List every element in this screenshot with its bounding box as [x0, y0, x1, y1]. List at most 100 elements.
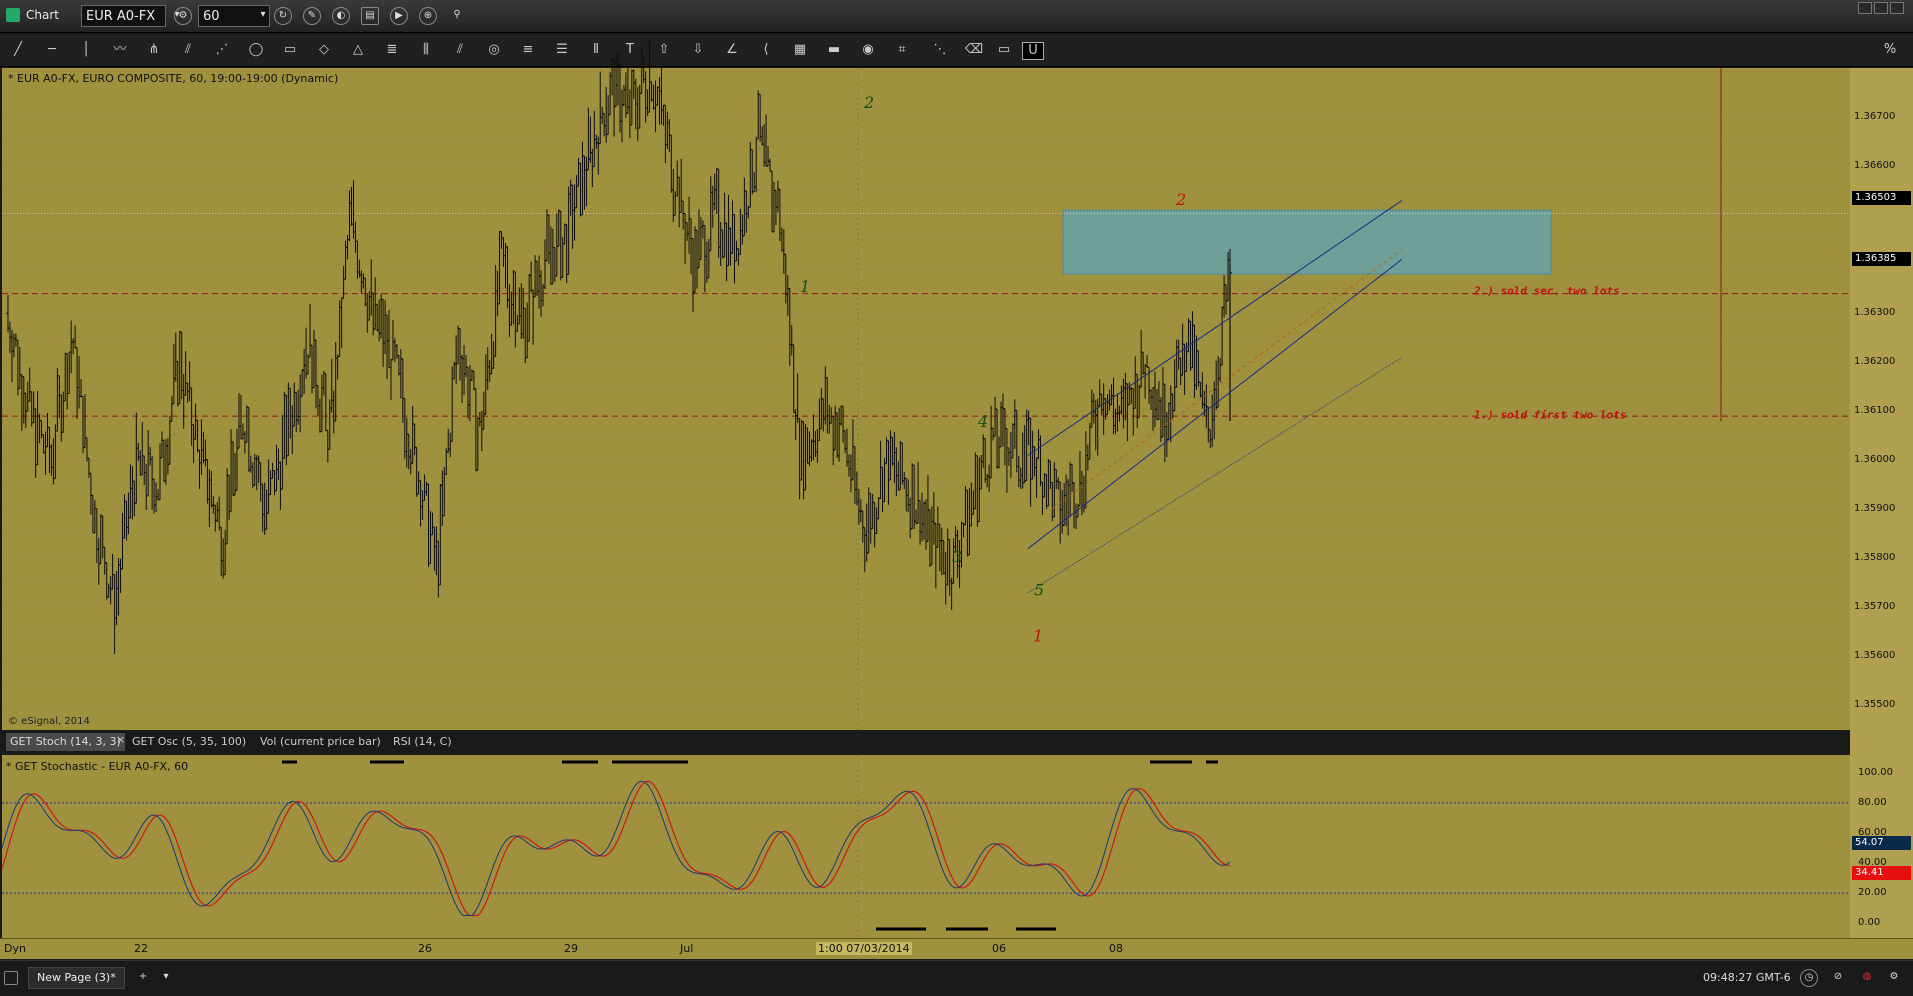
date-label: 22 — [134, 942, 148, 955]
layout-icon[interactable]: ▤ — [361, 7, 379, 25]
bars-pattern-icon[interactable]: ⫼ — [416, 42, 436, 58]
date-label: 29 — [564, 942, 578, 955]
link-status-icon[interactable]: ⊘ — [1829, 969, 1847, 987]
pitchfork-icon[interactable]: ⋔ — [144, 42, 164, 58]
osc-axis-label: 100.00 — [1858, 767, 1893, 778]
time-cycles-icon[interactable]: ⦀ — [586, 42, 606, 58]
eye-icon[interactable]: ◉ — [858, 42, 878, 58]
speed-lines-icon[interactable]: ⟨ — [756, 42, 776, 58]
wave-label: 1 — [800, 277, 810, 296]
pencil-icon[interactable]: ✎ — [303, 7, 321, 25]
window-title: Chart — [26, 8, 59, 22]
tab-get-stoch[interactable]: GET Stoch (14, 3, 3) — [6, 733, 125, 751]
wave-label: 5 — [1034, 581, 1044, 600]
price-tag-upper: 1.36503 — [1852, 191, 1911, 205]
dyn-mode-label[interactable]: Dyn — [4, 942, 26, 955]
channel-icon[interactable]: ⫽ — [178, 42, 198, 58]
tab-get-osc[interactable]: GET Osc (5, 35, 100) — [132, 735, 246, 748]
date-label: 08 — [1109, 942, 1123, 955]
stoch-k-line — [1, 780, 1231, 916]
tab-volume[interactable]: Vol (current price bar) — [260, 735, 381, 748]
price-axis-label: 1.35900 — [1854, 503, 1896, 515]
clock-icon[interactable]: ◷ — [1800, 969, 1818, 987]
mob-icon[interactable]: ▬ — [824, 42, 844, 58]
refresh-icon[interactable]: ↻ — [274, 7, 292, 25]
interval-settings-icon[interactable]: ⚙ — [174, 7, 192, 25]
eraser-icon[interactable]: ⌫ — [964, 42, 984, 58]
page-dropdown-icon[interactable]: ▾ — [157, 969, 175, 987]
resistance-zone-box — [1062, 209, 1552, 275]
indicator-tabs: GET Stoch (14, 3, 3) × GET Osc (5, 35, 1… — [0, 731, 1850, 753]
zigzag-icon[interactable]: 〰 — [110, 42, 130, 58]
sold-second-annotation: 2.) sold sec. two lots — [1473, 285, 1620, 298]
status-bar: New Page (3)* + ▾ 09:48:27 GMT-6 ◷ ⊘ ◍ ⚙ — [0, 960, 1913, 996]
magnet-icon[interactable]: U — [1022, 42, 1044, 60]
trend-angle-icon[interactable]: ∠ — [722, 42, 742, 58]
osc-tag-d: 34.41 — [1852, 866, 1911, 880]
settings-corner-icon[interactable]: % — [1880, 42, 1900, 58]
wave-label: 4 — [977, 412, 988, 431]
close-tab-icon[interactable]: × — [116, 733, 125, 746]
grid-icon[interactable]: ▦ — [790, 42, 810, 58]
price-axis-label: 1.35800 — [1854, 552, 1896, 564]
osc-axis-label: 80.00 — [1858, 797, 1887, 808]
horizontal-line-icon[interactable]: ─ — [42, 42, 62, 58]
circle-target-icon[interactable]: ◎ — [484, 42, 504, 58]
diamond-icon[interactable]: ◇ — [314, 42, 334, 58]
osc-axis-label: 0.00 — [1858, 917, 1881, 928]
maximize-button[interactable] — [1874, 2, 1888, 14]
zoom-icon[interactable]: ⊕ — [419, 7, 437, 25]
price-chart-svg: 2 1 4 3 5 1 2 2.) sold sec. two lots 1.) sold fi… — [2, 40, 1850, 730]
chat-icon[interactable]: ▭ — [994, 42, 1014, 58]
link-icon[interactable]: ⚲ — [448, 7, 466, 25]
price-axis-label: 1.36200 — [1854, 356, 1896, 368]
line-tool-icon[interactable]: ╱ — [8, 42, 28, 58]
oscillator-svg — [1, 755, 1850, 938]
vertical-line-icon[interactable]: │ — [76, 42, 96, 58]
stoch-d-line — [1, 780, 1230, 917]
price-tag-current: 1.36385 — [1852, 252, 1911, 266]
price-axis-label: 1.36100 — [1854, 405, 1896, 417]
add-page-icon[interactable]: + — [134, 969, 152, 987]
gear-icon[interactable]: ⚙ — [1885, 969, 1903, 987]
osc-axis-label: 20.00 — [1858, 887, 1887, 898]
date-label: 06 — [992, 942, 1006, 955]
fib-fan-icon[interactable]: ≣ — [382, 42, 402, 58]
price-axis-label: 1.36700 — [1854, 111, 1896, 123]
price-axis-label: 1.36600 — [1854, 160, 1896, 172]
date-axis: Dyn 22 26 29 Jul 1:00 07/03/2014 06 08 — [0, 938, 1913, 959]
wave-label: 2 — [1175, 190, 1186, 209]
text-tool-icon[interactable]: T — [620, 42, 640, 58]
wave-label: 1 — [1033, 627, 1043, 646]
gann-icon[interactable]: ⋰ — [212, 42, 232, 58]
date-label: Jul — [680, 942, 694, 955]
interval-dropdown-icon[interactable]: ▾ — [254, 7, 272, 25]
page-tab[interactable]: New Page (3)* — [28, 967, 125, 989]
close-button[interactable] — [1890, 2, 1904, 14]
title-bar: Chart EUR A0-FX ▾ ⚙ 60 ▾ ↻ ✎ ◐ ▤ ▶ ⊕ ⚲ — [0, 0, 1913, 33]
chart-app-icon — [6, 8, 20, 22]
minimize-button[interactable] — [1858, 2, 1872, 14]
ellipse-icon[interactable]: ◯ — [246, 42, 266, 58]
pti-icon[interactable]: ⌗ — [892, 42, 912, 58]
wave-icon[interactable]: ⋱ — [930, 42, 950, 58]
arrow-up-icon[interactable]: ⇧ — [654, 42, 674, 58]
rectangle-icon[interactable]: ▭ — [280, 42, 300, 58]
drawing-toolbar: ╱ ─ │ 〰 ⋔ ⫽ ⋰ ◯ ▭ ◇ △ ≣ ⫼ ⫽ ◎ ≡ ☰ ⦀ T ⇧ … — [0, 34, 1913, 67]
page-menu-icon[interactable] — [4, 971, 18, 985]
alert-icon[interactable]: ◍ — [1858, 969, 1876, 987]
channel-middle-line — [1027, 258, 1403, 549]
date-label: 26 — [418, 942, 432, 955]
fib-retracement-icon[interactable]: ≡ — [518, 42, 538, 58]
symbol-input[interactable]: EUR A0-FX — [81, 5, 166, 27]
parallel-lines-icon[interactable]: ⫽ — [450, 42, 470, 58]
fib-extension-icon[interactable]: ☰ — [552, 42, 572, 58]
triangle-icon[interactable]: △ — [348, 42, 368, 58]
price-axis-label: 1.35500 — [1854, 699, 1896, 711]
sold-first-annotation: 1.) sold first two lots — [1474, 409, 1626, 422]
tab-rsi[interactable]: RSI (14, C) — [393, 735, 452, 748]
wave-label: 2 — [863, 93, 874, 112]
cursor-icon[interactable]: ◐ — [332, 7, 350, 25]
play-icon[interactable]: ▶ — [390, 7, 408, 25]
arrow-down-icon[interactable]: ⇩ — [688, 42, 708, 58]
